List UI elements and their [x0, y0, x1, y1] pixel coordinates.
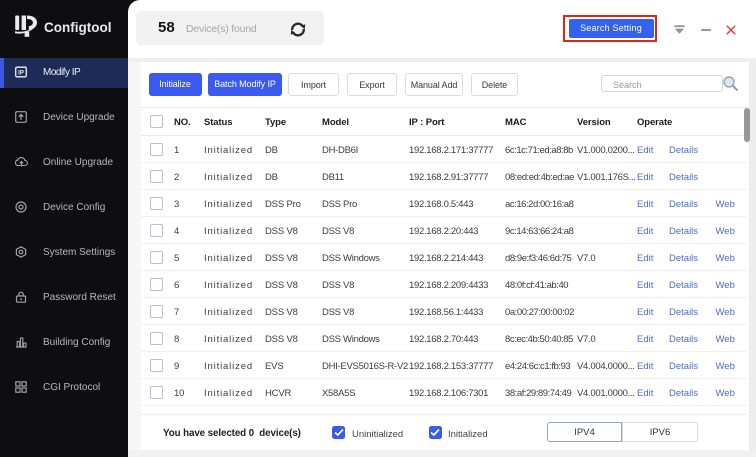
svg-text:IP: IP: [18, 71, 24, 77]
